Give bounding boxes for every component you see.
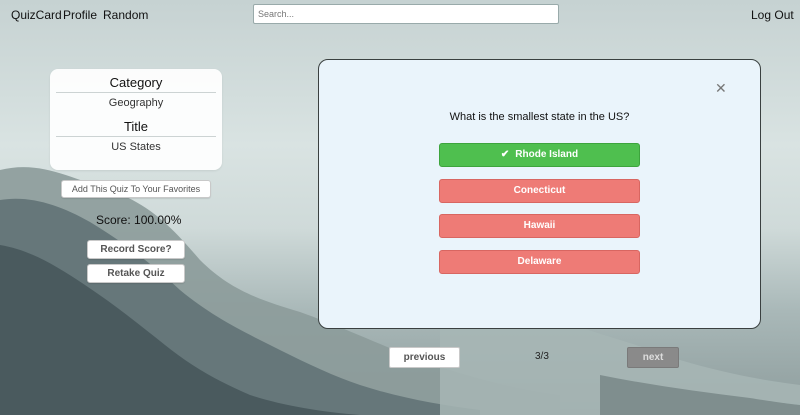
divider (56, 92, 216, 93)
score-text: Score: 100.00% (96, 213, 182, 227)
question-text: What is the smallest state in the US? (449, 111, 630, 123)
nav-profile-link[interactable]: Profile (63, 8, 97, 22)
divider (56, 136, 216, 137)
answer-label: Delaware (517, 256, 562, 267)
check-icon: ✔ (500, 149, 510, 160)
quiz-info-panel: Category Geography Title US States (50, 69, 222, 170)
category-heading: Category (109, 75, 163, 90)
answer-button-2[interactable]: Conecticut (439, 179, 640, 203)
brand-link[interactable]: QuizCard (11, 8, 62, 22)
next-button[interactable]: next (627, 347, 679, 368)
question-card: ✕ What is the smallest state in the US? … (318, 59, 761, 329)
answer-label: Rhode Island (515, 149, 579, 160)
answer-label: Hawaii (523, 220, 556, 231)
category-value: Geography (108, 97, 164, 109)
close-icon[interactable]: ✕ (715, 80, 727, 97)
nav-random-link[interactable]: Random (103, 8, 148, 22)
logout-link[interactable]: Log Out (751, 8, 794, 22)
title-value: US States (111, 141, 161, 153)
add-favorite-button[interactable]: Add This Quiz To Your Favorites (61, 180, 211, 198)
title-heading: Title (123, 119, 149, 134)
answer-button-1[interactable]: ✔ Rhode Island (439, 143, 640, 167)
previous-button[interactable]: previous (389, 347, 460, 368)
answer-button-3[interactable]: Hawaii (439, 214, 640, 238)
top-nav: QuizCard Profile Random Log Out (0, 0, 800, 28)
answer-label: Conecticut (513, 185, 566, 196)
retake-quiz-button[interactable]: Retake Quiz (87, 264, 185, 283)
search-input[interactable] (253, 4, 559, 24)
page-counter: 3/3 (535, 351, 549, 362)
answer-button-4[interactable]: Delaware (439, 250, 640, 274)
record-score-button[interactable]: Record Score? (87, 240, 185, 259)
